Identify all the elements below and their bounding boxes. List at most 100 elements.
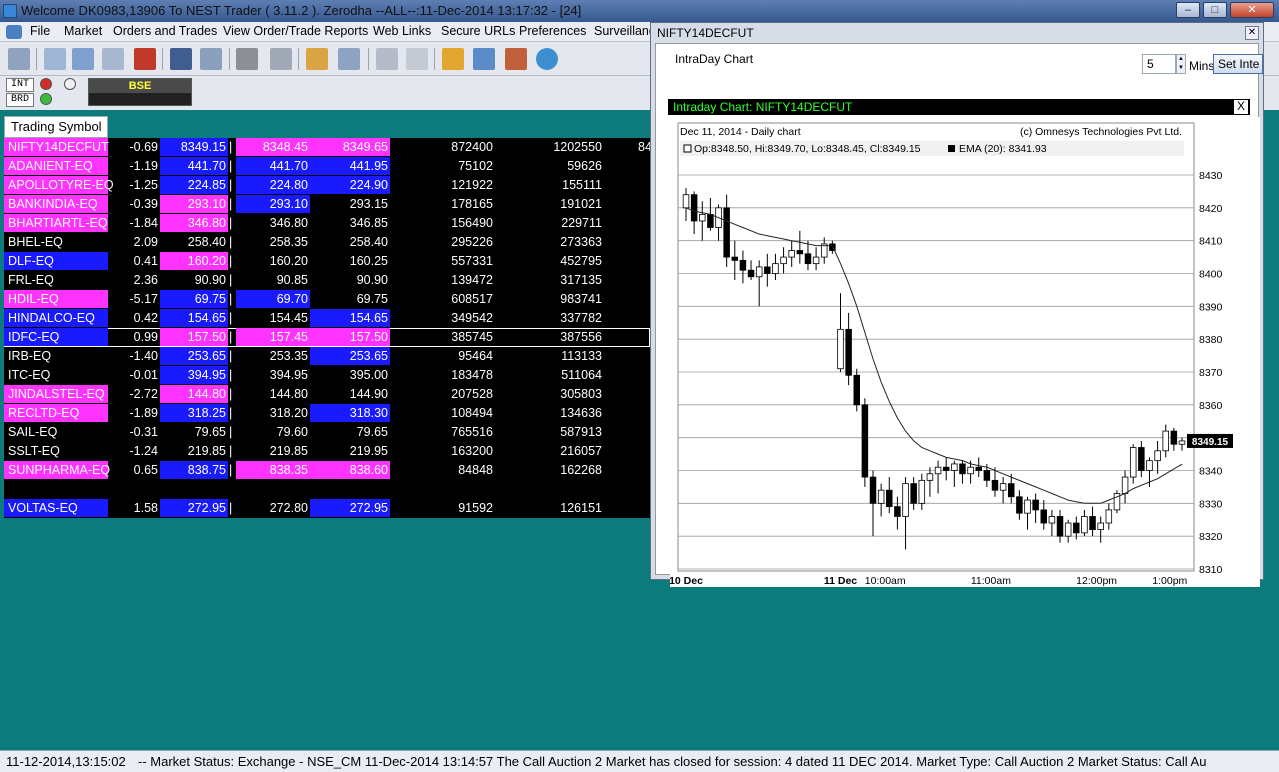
table-row[interactable]: IRB-EQ -1.40 253.65 | 253.35 253.65 95464 11313…	[4, 347, 650, 366]
toolbar-doc-icon[interactable]	[376, 48, 398, 70]
toolbar-add-icon[interactable]	[72, 48, 94, 70]
table-row[interactable]: BHEL-EQ 2.09 258.40 | 258.35 258.40 295226 2733…	[4, 233, 650, 252]
status-message: -- Market Status: Exchange - NSE_CM 11-D…	[138, 754, 1207, 769]
interval-spinner[interactable]: ▲ ▼	[1176, 54, 1186, 74]
brd-indicator: BRD	[6, 93, 34, 107]
candle-body	[1007, 483, 1015, 498]
ltp-cell: 258.40	[187, 235, 226, 249]
table-row[interactable]: ITC-EQ -0.01 394.95 | 394.95 395.00 183478 5110…	[4, 366, 650, 385]
app-menu-icon[interactable]	[6, 25, 22, 39]
ask-qty-cell: 229711	[561, 216, 602, 230]
menu-preferences[interactable]: Preferences	[519, 24, 586, 38]
menu-web-links[interactable]: Web Links	[373, 24, 431, 38]
candle-body	[1016, 496, 1023, 514]
set-interval-button[interactable]: Set Inte	[1213, 54, 1263, 74]
table-row[interactable]: RECLTD-EQ -1.89 318.25 | 318.20 318.30 108494 1…	[4, 404, 650, 423]
table-row[interactable]: HINDALCO-EQ 0.42 154.65 | 154.45 154.65 349542…	[4, 309, 650, 328]
menu-orders-and-trades[interactable]: Orders and Trades	[113, 24, 217, 38]
ltp-cell: 90.90	[194, 273, 226, 287]
toolbar-chart-icon[interactable]	[442, 48, 464, 70]
change-cell: -1.19	[129, 159, 159, 173]
toolbar-notes-icon[interactable]	[306, 48, 328, 70]
symbol-cell: HINDALCO-EQ	[4, 309, 108, 327]
table-row[interactable]: SUNPHARMA-EQ 0.65 838.75 | 838.35 838.60 84848…	[4, 461, 650, 480]
intraday-chart[interactable]: 8430842084108400839083808370836083508340…	[670, 117, 1260, 587]
table-row[interactable]: ADANIENT-EQ -1.19 441.70 | 441.70 441.95 75102…	[4, 157, 650, 176]
toolbar-refresh-icon[interactable]	[473, 48, 495, 70]
bid-qty-cell: 84848	[458, 463, 493, 477]
table-row[interactable]: DLF-EQ 0.41 160.20 | 160.20 160.25 557331 45279…	[4, 252, 650, 271]
toolbar-panel-icon[interactable]	[406, 48, 428, 70]
bid-cell: 160.20	[269, 254, 308, 268]
brd-status-dot	[40, 93, 52, 105]
extra-cell	[638, 442, 650, 460]
table-row[interactable]: BHARTIARTL-EQ -1.84 346.80 | 346.80 346.85 156…	[4, 214, 650, 233]
candle-body	[1081, 516, 1088, 534]
y-tick-label: 8430	[1199, 170, 1223, 182]
separator-cell: |	[229, 311, 233, 325]
ask-qty-cell: 983741	[560, 292, 602, 306]
bid-qty-cell: 108494	[451, 406, 493, 420]
last-price-tag: 8349.15	[1192, 437, 1229, 448]
chart-close-icon[interactable]: X	[1234, 100, 1248, 114]
ask-cell: 157.50	[310, 328, 390, 346]
toolbar-report-icon[interactable]	[338, 48, 360, 70]
candle-body	[1138, 447, 1145, 471]
ask-qty-cell: 1202550	[553, 140, 602, 154]
toolbar-separator	[229, 48, 230, 70]
candle-body	[967, 466, 974, 475]
minimize-button[interactable]: –	[1176, 2, 1200, 18]
extra-cell	[638, 366, 650, 384]
menu-secure-urls[interactable]: Secure URLs	[441, 24, 515, 38]
interval-input[interactable]: 5	[1142, 54, 1176, 74]
trading-symbol-header[interactable]: Trading Symbol	[4, 116, 108, 138]
bid-cell: 69.70	[236, 290, 310, 308]
table-row[interactable]: HDIL-EQ -5.17 69.75 | 69.70 69.75 608517 983741	[4, 290, 650, 309]
table-row[interactable]: BANKINDIA-EQ -0.39 293.10 | 293.10 293.15 1781…	[4, 195, 650, 214]
extra-cell	[638, 252, 650, 270]
candle-body	[1024, 499, 1031, 514]
y-tick-label: 8330	[1199, 498, 1223, 510]
y-tick-label: 8390	[1199, 301, 1223, 313]
toolbar-tool-icon[interactable]	[8, 48, 30, 70]
candle-body	[877, 489, 885, 504]
bid-cell: 219.85	[269, 444, 308, 458]
toolbar-order-icon[interactable]	[134, 48, 156, 70]
ask-qty-cell: 337782	[560, 311, 602, 325]
menu-file[interactable]: File	[30, 24, 50, 38]
ltp-cell: 154.65	[160, 309, 228, 327]
bid-qty-cell: 608517	[451, 292, 493, 306]
menu-view-reports[interactable]: View Order/Trade Reports	[223, 24, 368, 38]
toolbar-window-icon[interactable]	[44, 48, 66, 70]
table-row[interactable]: SSLT-EQ -1.24 219.85 | 219.85 219.95 163200 216…	[4, 442, 650, 461]
candle-body	[853, 374, 861, 406]
table-row[interactable]: JINDALSTEL-EQ -2.72 144.80 | 144.80 144.90 207…	[4, 385, 650, 404]
table-row[interactable]: VOLTAS-EQ 1.58 272.95 | 272.80 272.95 91592 126…	[4, 499, 650, 518]
maximize-button[interactable]: □	[1203, 2, 1227, 18]
toolbar-alert-icon[interactable]	[505, 48, 527, 70]
table-row[interactable]: SAIL-EQ -0.31 79.65 | 79.60 79.65 765516 587913	[4, 423, 650, 442]
toolbar-list-icon[interactable]	[170, 48, 192, 70]
app-icon	[3, 4, 17, 18]
change-cell: -0.39	[129, 197, 159, 211]
toolbar-tools-icon[interactable]	[236, 48, 258, 70]
menu-surveillance[interactable]: Surveilland	[594, 24, 656, 38]
toolbar-monitor-icon[interactable]	[102, 48, 124, 70]
ltp-cell: 69.75	[160, 290, 228, 308]
x-tick-label: 1:00pm	[1152, 575, 1187, 587]
bid-cell: 157.45	[236, 328, 310, 346]
close-button[interactable]: ✕	[1230, 2, 1274, 18]
ask-qty-cell: 59626	[567, 159, 602, 173]
table-row[interactable]: FRL-EQ 2.36 90.90 | 90.85 90.90 139472 317135	[4, 271, 650, 290]
table-row[interactable]: IDFC-EQ 0.99 157.50 | 157.45 157.50 385745 3875…	[4, 328, 650, 347]
toolbar-grid-icon[interactable]	[200, 48, 222, 70]
toolbar-info-icon[interactable]	[536, 48, 558, 70]
menu-market[interactable]: Market	[64, 24, 102, 38]
chart-window-close-icon[interactable]: ✕	[1245, 26, 1259, 40]
toolbar-settings-icon[interactable]	[270, 48, 292, 70]
chart-header: Intraday Chart: NIFTY14DECFUT X	[668, 99, 1250, 115]
table-row[interactable]: APOLLOTYRE-EQ -1.25 224.85 | 224.80 224.90 121…	[4, 176, 650, 195]
intraday-chart-tab[interactable]: IntraDay Chart	[675, 52, 753, 66]
extra-cell	[638, 214, 650, 232]
table-row[interactable]: NIFTY14DECFUT -0.69 8349.15 | 8348.45 8349.65…	[4, 138, 650, 157]
